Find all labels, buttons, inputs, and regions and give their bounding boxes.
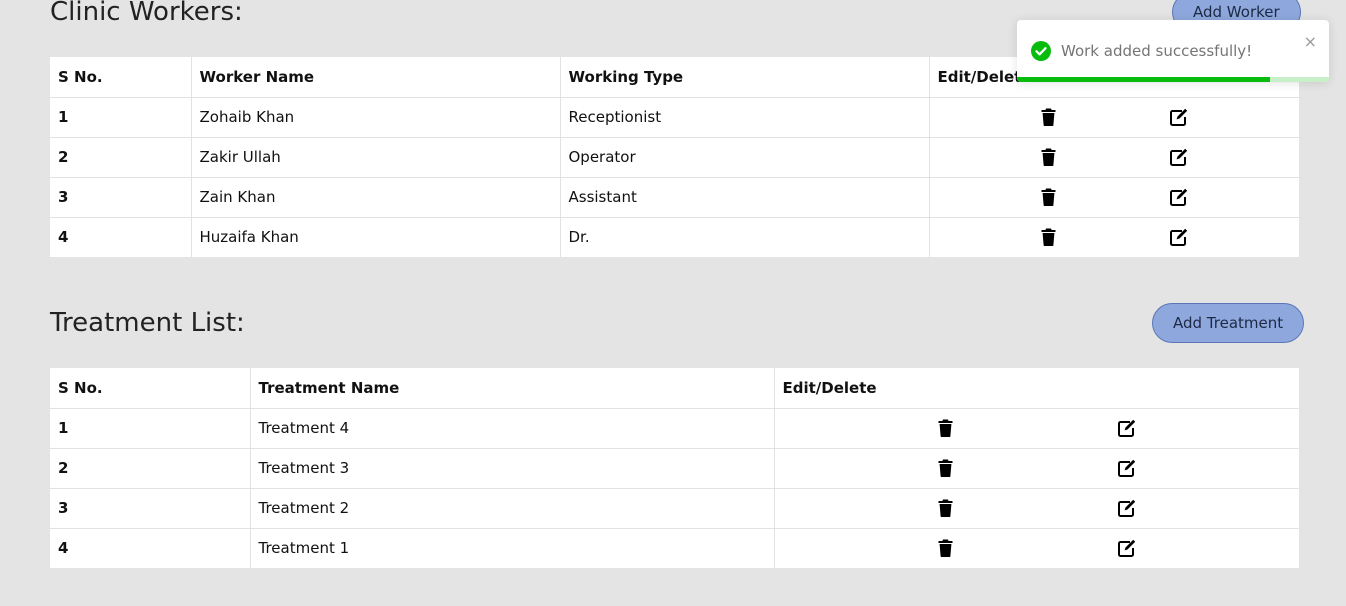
trash-icon[interactable]	[935, 497, 957, 519]
col-header-treatment-name: Treatment Name	[250, 368, 775, 409]
worker-name-cell: Zakir Ullah	[191, 137, 561, 178]
actions-cell	[929, 217, 1299, 257]
sno-cell: 1	[50, 408, 251, 449]
actions-cell	[929, 177, 1299, 218]
worker-row: 4 Huzaifa Khan Dr.	[50, 217, 1299, 257]
col-header-sno: S No.	[50, 368, 251, 409]
working-type-cell: Receptionist	[560, 97, 930, 138]
treatment-name-cell: Treatment 2	[250, 488, 775, 529]
sno-cell: 4	[50, 217, 192, 257]
sno-cell: 4	[50, 528, 251, 568]
edit-icon[interactable]	[1116, 457, 1138, 479]
worker-row: 1 Zohaib Khan Receptionist	[50, 97, 1299, 138]
trash-icon[interactable]	[1038, 186, 1060, 208]
trash-icon[interactable]	[1038, 226, 1060, 248]
working-type-cell: Assistant	[560, 177, 930, 218]
worker-row: 2 Zakir Ullah Operator	[50, 137, 1299, 178]
treatments-header-row: S No. Treatment Name Edit/Delete	[50, 368, 1299, 409]
treatments-table: S No. Treatment Name Edit/Delete 1 Treatm…	[50, 368, 1299, 568]
col-header-working-type: Working Type	[560, 57, 930, 98]
worker-name-cell: Zain Khan	[191, 177, 561, 218]
edit-icon[interactable]	[1168, 106, 1190, 128]
success-toast: Work added successfully! ×	[1017, 20, 1329, 82]
worker-row: 3 Zain Khan Assistant	[50, 177, 1299, 218]
trash-icon[interactable]	[935, 417, 957, 439]
actions-cell	[774, 408, 1299, 449]
trash-icon[interactable]	[1038, 146, 1060, 168]
sno-cell: 1	[50, 97, 192, 138]
actions-cell	[929, 137, 1299, 178]
actions-cell	[774, 528, 1299, 568]
sno-cell: 3	[50, 488, 251, 529]
trash-icon[interactable]	[1038, 106, 1060, 128]
actions-cell	[774, 448, 1299, 489]
treatment-row: 1 Treatment 4	[50, 408, 1299, 449]
treatment-name-cell: Treatment 3	[250, 448, 775, 489]
edit-icon[interactable]	[1116, 497, 1138, 519]
worker-name-cell: Huzaifa Khan	[191, 217, 561, 257]
actions-cell	[774, 488, 1299, 529]
sno-cell: 2	[50, 137, 192, 178]
toast-message: Work added successfully!	[1061, 42, 1253, 60]
actions-cell	[929, 97, 1299, 138]
col-header-edit-delete: Edit/Delete	[774, 368, 1299, 409]
col-header-worker-name: Worker Name	[191, 57, 561, 98]
treatment-name-cell: Treatment 4	[250, 408, 775, 449]
edit-icon[interactable]	[1168, 226, 1190, 248]
worker-name-cell: Zohaib Khan	[191, 97, 561, 138]
treatment-row: 3 Treatment 2	[50, 488, 1299, 529]
treatments-title: Treatment List:	[50, 308, 245, 338]
toast-progress-bar	[1017, 77, 1270, 82]
working-type-cell: Dr.	[560, 217, 930, 257]
trash-icon[interactable]	[935, 457, 957, 479]
check-circle-icon	[1031, 41, 1051, 61]
workers-table: S No. Worker Name Working Type Edit/Dele…	[50, 57, 1299, 257]
working-type-cell: Operator	[560, 137, 930, 178]
close-icon[interactable]: ×	[1304, 32, 1317, 51]
workers-title: Clinic Workers:	[50, 0, 243, 27]
edit-icon[interactable]	[1168, 186, 1190, 208]
sno-cell: 2	[50, 448, 251, 489]
treatment-row: 4 Treatment 1	[50, 528, 1299, 568]
treatment-row: 2 Treatment 3	[50, 448, 1299, 489]
edit-icon[interactable]	[1168, 146, 1190, 168]
trash-icon[interactable]	[935, 537, 957, 559]
edit-icon[interactable]	[1116, 537, 1138, 559]
sno-cell: 3	[50, 177, 192, 218]
add-treatment-button[interactable]: Add Treatment	[1152, 303, 1305, 343]
treatment-name-cell: Treatment 1	[250, 528, 775, 568]
edit-icon[interactable]	[1116, 417, 1138, 439]
col-header-sno: S No.	[50, 57, 192, 98]
